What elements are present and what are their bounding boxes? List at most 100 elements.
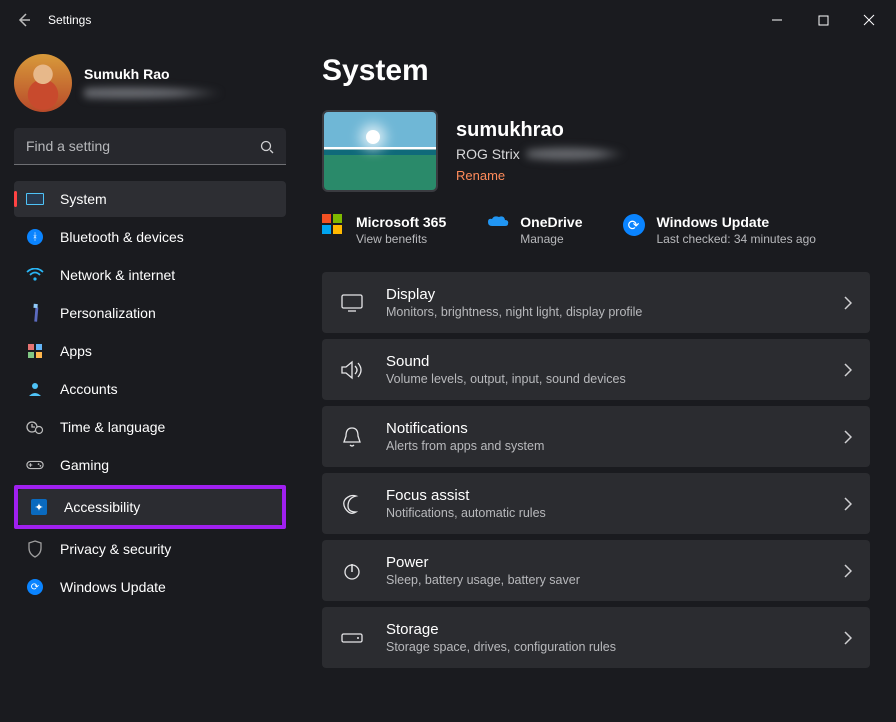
chevron-right-icon	[844, 296, 852, 310]
chevron-right-icon	[844, 564, 852, 578]
windows-update-icon: ⟳	[623, 214, 645, 236]
maximize-button[interactable]	[800, 4, 846, 36]
quick-sub: View benefits	[356, 232, 446, 246]
moon-icon	[340, 492, 364, 516]
sidebar-item-network[interactable]: Network & internet	[14, 257, 286, 293]
card-sub: Sleep, battery usage, battery saver	[386, 573, 822, 587]
sidebar-item-bluetooth[interactable]: ᚼ Bluetooth & devices	[14, 219, 286, 255]
sidebar-item-label: Accessibility	[64, 499, 140, 515]
sidebar-item-label: Personalization	[60, 305, 156, 321]
device-model: ROG Strix	[456, 146, 520, 162]
card-notifications[interactable]: Notifications Alerts from apps and syste…	[322, 406, 870, 467]
quick-windows-update[interactable]: ⟳ Windows Update Last checked: 34 minute…	[623, 214, 816, 246]
sidebar-item-system[interactable]: System	[14, 181, 286, 217]
chevron-right-icon	[844, 363, 852, 377]
person-icon	[26, 380, 44, 398]
sidebar-item-label: Accounts	[60, 381, 118, 397]
back-arrow-icon	[16, 12, 32, 28]
device-info: sumukhrao ROG Strix Rename	[322, 110, 870, 192]
card-title: Sound	[386, 353, 822, 370]
storage-icon	[340, 626, 364, 650]
minimize-icon	[771, 14, 783, 26]
update-icon: ⟳	[26, 578, 44, 596]
device-model-redacted	[526, 146, 626, 162]
sidebar-item-windows-update[interactable]: ⟳ Windows Update	[14, 569, 286, 605]
sidebar-item-label: Privacy & security	[60, 541, 171, 557]
page-title: System	[322, 54, 870, 88]
annotation-highlight: ✦ Accessibility	[14, 485, 286, 529]
microsoft-365-icon	[322, 214, 344, 236]
window-title: Settings	[48, 13, 91, 27]
sidebar-item-gaming[interactable]: Gaming	[14, 447, 286, 483]
sidebar-item-personalization[interactable]: Personalization	[14, 295, 286, 331]
user-card[interactable]: Sumukh Rao	[14, 54, 286, 112]
accessibility-icon: ✦	[30, 498, 48, 516]
close-button[interactable]	[846, 4, 892, 36]
onedrive-icon	[486, 214, 508, 236]
card-sound[interactable]: Sound Volume levels, output, input, soun…	[322, 339, 870, 400]
sidebar-item-label: Apps	[60, 343, 92, 359]
paintbrush-icon	[22, 300, 47, 325]
card-focus-assist[interactable]: Focus assist Notifications, automatic ru…	[322, 473, 870, 534]
search-icon	[260, 140, 274, 154]
card-sub: Storage space, drives, configuration rul…	[386, 640, 822, 654]
back-button[interactable]	[4, 0, 44, 40]
sidebar-item-label: System	[60, 191, 107, 207]
sidebar-item-label: Gaming	[60, 457, 109, 473]
card-title: Focus assist	[386, 487, 822, 504]
chevron-right-icon	[844, 430, 852, 444]
card-title: Power	[386, 554, 822, 571]
wifi-icon	[26, 266, 44, 284]
user-email-redacted	[84, 86, 224, 100]
chevron-right-icon	[844, 497, 852, 511]
card-storage[interactable]: Storage Storage space, drives, configura…	[322, 607, 870, 668]
sidebar-item-apps[interactable]: Apps	[14, 333, 286, 369]
sidebar-item-label: Windows Update	[60, 579, 166, 595]
monitor-icon	[26, 190, 44, 208]
card-sub: Notifications, automatic rules	[386, 506, 822, 520]
quick-microsoft-365[interactable]: Microsoft 365 View benefits	[322, 214, 446, 246]
card-sub: Monitors, brightness, night light, displ…	[386, 305, 822, 319]
card-sub: Volume levels, output, input, sound devi…	[386, 372, 822, 386]
shield-icon	[26, 540, 44, 558]
rename-link[interactable]: Rename	[456, 168, 505, 183]
settings-cards: Display Monitors, brightness, night ligh…	[322, 272, 870, 668]
user-name: Sumukh Rao	[84, 66, 224, 82]
display-icon	[340, 291, 364, 315]
sound-icon	[340, 358, 364, 382]
quick-title: Microsoft 365	[356, 214, 446, 230]
card-title: Display	[386, 286, 822, 303]
sidebar-item-label: Bluetooth & devices	[60, 229, 184, 245]
avatar	[14, 54, 72, 112]
card-sub: Alerts from apps and system	[386, 439, 822, 453]
device-wallpaper-thumb	[322, 110, 438, 192]
card-title: Storage	[386, 621, 822, 638]
sidebar-item-label: Network & internet	[60, 267, 175, 283]
sidebar-item-accessibility[interactable]: ✦ Accessibility	[18, 489, 282, 525]
main-content: System sumukhrao ROG Strix Rename Micros…	[300, 40, 896, 722]
card-title: Notifications	[386, 420, 822, 437]
maximize-icon	[818, 15, 829, 26]
minimize-button[interactable]	[754, 4, 800, 36]
close-icon	[863, 14, 875, 26]
gamepad-icon	[26, 456, 44, 474]
apps-icon	[26, 342, 44, 360]
quick-title: Windows Update	[657, 214, 816, 230]
sidebar-item-label: Time & language	[60, 419, 165, 435]
clock-globe-icon	[26, 418, 44, 436]
quick-title: OneDrive	[520, 214, 582, 230]
quick-onedrive[interactable]: OneDrive Manage	[486, 214, 582, 246]
search-input[interactable]	[14, 128, 286, 165]
sidebar-item-privacy[interactable]: Privacy & security	[14, 531, 286, 567]
sidebar: Sumukh Rao System ᚼ Bluetooth & devices	[0, 40, 300, 722]
quick-links: Microsoft 365 View benefits OneDrive Man…	[322, 214, 870, 246]
search-field[interactable]	[14, 128, 286, 165]
sidebar-item-accounts[interactable]: Accounts	[14, 371, 286, 407]
card-display[interactable]: Display Monitors, brightness, night ligh…	[322, 272, 870, 333]
sidebar-item-time-language[interactable]: Time & language	[14, 409, 286, 445]
card-power[interactable]: Power Sleep, battery usage, battery save…	[322, 540, 870, 601]
quick-sub: Manage	[520, 232, 582, 246]
chevron-right-icon	[844, 631, 852, 645]
power-icon	[340, 559, 364, 583]
titlebar: Settings	[0, 0, 896, 40]
